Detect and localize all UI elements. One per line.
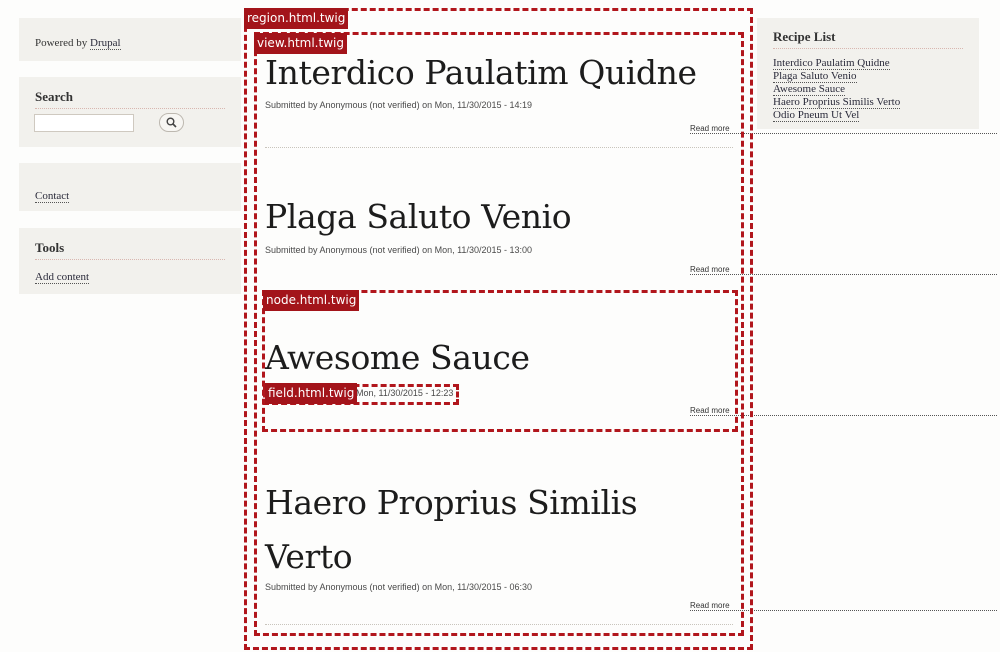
recipe-list: Interdico Paulatim Quidne Plaga Saluto V… xyxy=(773,55,901,122)
magnifier-icon xyxy=(166,117,177,128)
field-template-label: field.html.twig xyxy=(265,383,358,404)
list-item: Interdico Paulatim Quidne xyxy=(773,55,900,70)
region-template-label: region.html.twig xyxy=(244,8,349,29)
powered-by-block: Powered by Drupal xyxy=(19,18,241,61)
recipe-list-block: Recipe List Interdico Paulatim Quidne Pl… xyxy=(757,18,979,129)
contact-link[interactable]: Contact xyxy=(35,190,70,203)
recipe-list-title: Recipe List xyxy=(773,29,963,49)
powered-by-text: Powered by Drupal xyxy=(35,37,121,50)
tools-title: Tools xyxy=(35,240,225,260)
view-template-label: view.html.twig xyxy=(254,33,347,54)
search-block: Search xyxy=(19,77,241,147)
list-item: Haero Proprius Similis Verto xyxy=(773,94,901,109)
search-title: Search xyxy=(35,89,225,109)
tools-block: Tools Add content xyxy=(19,228,241,294)
node-template-label: node.html.twig xyxy=(263,290,360,311)
search-button[interactable] xyxy=(159,113,184,132)
contact-block: Contact xyxy=(19,163,241,211)
list-item: Awesome Sauce xyxy=(773,81,900,96)
drupal-link[interactable]: Drupal xyxy=(90,37,121,50)
add-content-link[interactable]: Add content xyxy=(35,271,90,284)
node-outline xyxy=(262,290,738,432)
powered-by-prefix: Powered by xyxy=(35,37,88,49)
search-input[interactable] xyxy=(34,114,134,132)
recipe-link[interactable]: Odio Pneum Ut Vel xyxy=(773,109,860,122)
